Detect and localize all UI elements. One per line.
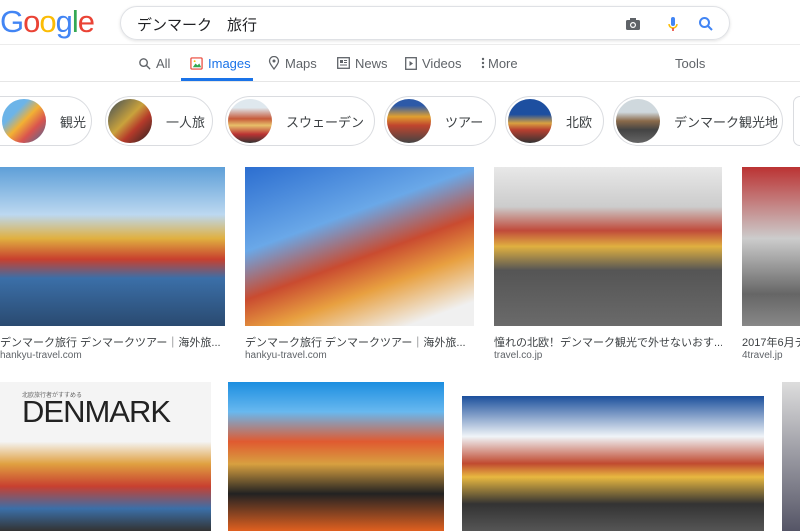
result-domain: hankyu-travel.com [245,350,327,361]
result-image[interactable] [245,167,474,326]
result-domain: hankyu-travel.com [0,350,82,361]
result-image[interactable] [494,167,722,326]
tab-videos[interactable]: Videos [405,53,462,73]
result-caption[interactable]: 憧れの北欧！デンマーク観光で外せないおす... [494,334,722,350]
result-image[interactable] [0,167,225,326]
chip-thumbnail [508,99,552,143]
result-caption[interactable]: デンマーク旅行 デンマークツアー｜海外旅... [245,334,474,350]
chip-5[interactable]: 北欧 [505,96,604,146]
chip-thumbnail [2,99,46,143]
chip-label: 北欧 [566,114,593,130]
tab-label: All [156,55,171,71]
tab-label: More [488,55,518,71]
tools-label: Tools [675,55,706,71]
chip-7[interactable] [793,96,800,146]
active-tab-indicator [181,78,253,81]
result-domain: 4travel.jp [742,350,783,361]
dots-vertical-icon [481,57,485,69]
tab-news[interactable]: News [337,53,388,73]
image-icon [190,56,203,70]
tab-label: Images [208,55,251,71]
search-box [120,6,730,40]
image-text: DENMARK [22,394,171,429]
tab-label: Videos [422,55,462,71]
chip-1[interactable]: 観光 [0,96,92,146]
news-icon [337,57,350,69]
chip-thumbnail [108,99,152,143]
search-tabs: All Images Maps News Videos More Tools [0,44,800,82]
tools-button[interactable]: Tools [675,53,705,73]
map-pin-icon [268,56,280,70]
chip-thumbnail [387,99,431,143]
tab-label: Maps [285,55,317,71]
chip-6[interactable]: デンマーク観光地 [613,96,783,146]
play-icon [405,56,417,70]
tab-all[interactable]: All [138,53,170,73]
search-icon[interactable] [696,14,716,34]
chip-thumbnail [228,99,272,143]
search-icon [139,57,151,70]
result-domain: travel.co.jp [494,350,543,361]
chip-label: デンマーク観光地 [674,114,779,130]
result-image[interactable] [782,382,800,531]
chip-thumbnail [616,99,660,143]
result-image[interactable]: 北欧旅行者がすすめる DENMARK [0,382,211,531]
result-caption[interactable]: 2017年6月デ [742,334,800,350]
result-image[interactable] [742,167,800,326]
tab-images[interactable]: Images [190,53,251,73]
tab-more[interactable]: More [481,53,518,73]
result-caption[interactable]: デンマーク旅行 デンマークツアー｜海外旅... [0,334,225,350]
result-image[interactable] [228,382,444,531]
chip-label: ツアー [445,114,484,130]
search-input[interactable] [137,13,607,35]
mic-icon[interactable] [663,14,683,34]
camera-icon[interactable] [623,14,643,34]
result-image[interactable] [462,396,764,531]
chip-label: 観光 [60,114,87,130]
chip-4[interactable]: ツアー [384,96,496,146]
google-logo[interactable]: Google [0,4,95,40]
chip-label: 一人旅 [166,114,206,130]
chip-2[interactable]: 一人旅 [105,96,213,146]
chip-3[interactable]: スウェーデン [225,96,375,146]
tab-maps[interactable]: Maps [268,53,317,73]
tab-label: News [355,55,388,71]
chip-label: スウェーデン [286,114,365,130]
